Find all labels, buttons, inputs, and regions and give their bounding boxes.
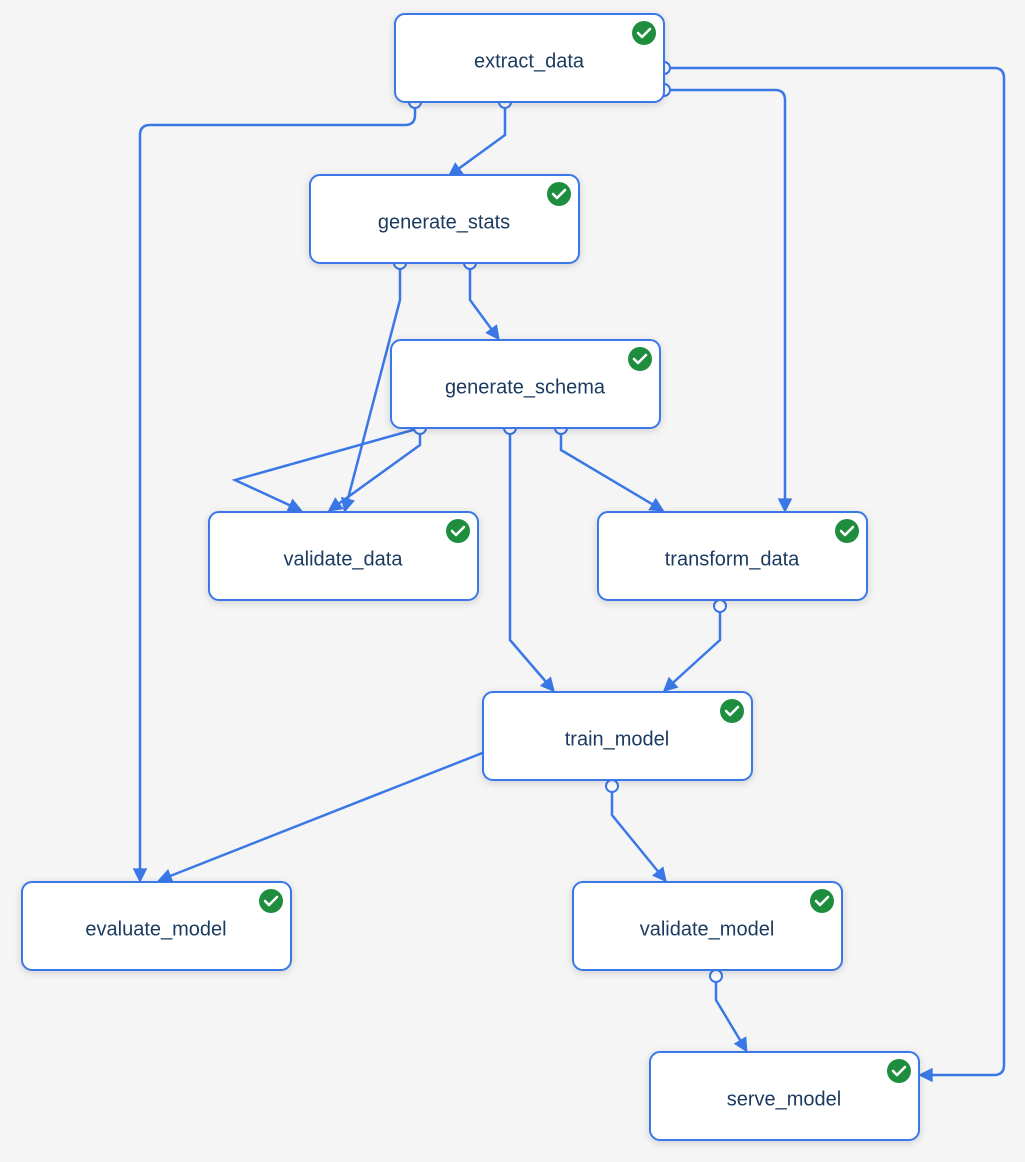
success-icon [259, 889, 283, 913]
edge-extract-data-to-generate-stats [450, 102, 505, 175]
port [606, 780, 618, 792]
node-generate-stats[interactable]: generate_stats [310, 175, 579, 263]
node-label: evaluate_model [85, 918, 226, 940]
success-icon [835, 519, 859, 543]
edge-generate-stats-to-generate-schema [470, 263, 498, 338]
success-icon [810, 889, 834, 913]
node-evaluate-model[interactable]: evaluate_model [22, 882, 291, 970]
node-label: train_model [565, 728, 670, 750]
edge-train-model-to-evaluate-model [160, 748, 495, 880]
success-icon [887, 1059, 911, 1083]
edge-extract-data-to-transform-data [664, 90, 785, 510]
node-validate-model[interactable]: validate_model [573, 882, 842, 970]
node-label: generate_stats [378, 211, 510, 233]
success-icon [547, 182, 571, 206]
node-generate-schema[interactable]: generate_schema [391, 340, 660, 428]
node-train-model[interactable]: train_model [483, 692, 752, 780]
edge-generate-schema-to-validate-data-2 [235, 428, 420, 510]
port [714, 600, 726, 612]
node-label: transform_data [665, 548, 800, 570]
node-transform-data[interactable]: transform_data [598, 512, 867, 600]
node-label: validate_data [284, 548, 404, 570]
success-icon [632, 21, 656, 45]
success-icon [720, 699, 744, 723]
node-label: extract_data [474, 50, 585, 72]
pipeline-diagram[interactable]: extract_data generate_stats generate_sch… [0, 0, 1025, 1162]
edge-train-model-to-validate-model [612, 786, 665, 880]
port [710, 970, 722, 982]
node-serve-model[interactable]: serve_model [650, 1052, 919, 1140]
node-extract-data[interactable]: extract_data [395, 14, 664, 102]
edge-validate-model-to-serve-model [716, 976, 746, 1050]
node-label: generate_schema [445, 376, 606, 398]
node-label: serve_model [727, 1088, 842, 1110]
success-icon [446, 519, 470, 543]
edge-transform-data-to-train-model [665, 606, 720, 690]
edge-generate-schema-to-train-model [510, 428, 553, 690]
node-validate-data[interactable]: validate_data [209, 512, 478, 600]
edge-generate-schema-to-transform-data [561, 428, 662, 510]
success-icon [628, 347, 652, 371]
node-label: validate_model [640, 918, 775, 940]
